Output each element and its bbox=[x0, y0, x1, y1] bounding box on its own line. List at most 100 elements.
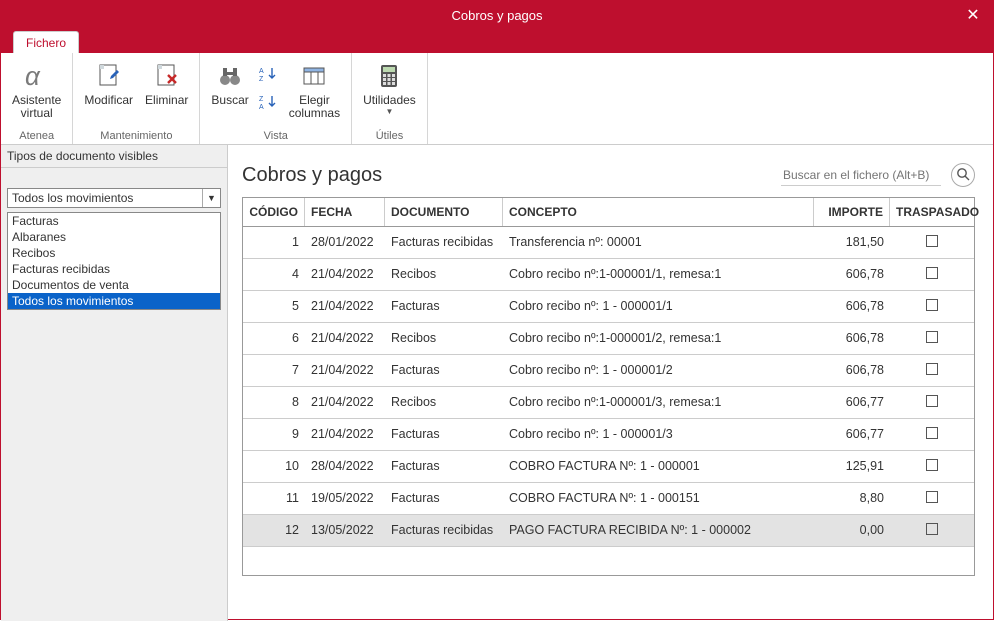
page-title: Cobros y pagos bbox=[242, 164, 382, 187]
cell-concepto: Cobro recibo nº: 1 - 000001/3 bbox=[503, 419, 814, 450]
cell-importe: 125,91 bbox=[814, 451, 890, 482]
col-importe[interactable]: IMPORTE bbox=[814, 198, 890, 226]
cell-concepto: PAGO FACTURA RECIBIDA Nº: 1 - 000002 bbox=[503, 515, 814, 546]
cell-codigo: 12 bbox=[243, 515, 305, 546]
sort-desc-icon: ZA bbox=[257, 90, 281, 114]
elegir-columnas-button[interactable]: Elegir columnas bbox=[284, 57, 345, 123]
search-button[interactable] bbox=[951, 163, 975, 187]
cell-importe: 606,77 bbox=[814, 419, 890, 450]
left-panel-header: Tipos de documento visibles bbox=[1, 145, 227, 168]
cell-traspasado bbox=[890, 259, 974, 290]
filter-item[interactable]: Documentos de venta bbox=[8, 277, 220, 293]
cell-traspasado bbox=[890, 227, 974, 258]
cell-codigo: 11 bbox=[243, 483, 305, 514]
buscar-button[interactable]: Buscar bbox=[206, 57, 253, 110]
ribbon-label: Modificar bbox=[84, 94, 133, 107]
cell-codigo: 1 bbox=[243, 227, 305, 258]
cell-traspasado bbox=[890, 323, 974, 354]
cell-documento: Facturas recibidas bbox=[385, 227, 503, 258]
col-fecha[interactable]: FECHA bbox=[305, 198, 385, 226]
cell-traspasado bbox=[890, 355, 974, 386]
checkbox-icon[interactable] bbox=[926, 427, 938, 439]
cell-documento: Facturas bbox=[385, 355, 503, 386]
filter-item[interactable]: Facturas bbox=[8, 213, 220, 229]
eliminar-button[interactable]: Eliminar bbox=[140, 57, 193, 110]
cell-fecha: 28/04/2022 bbox=[305, 451, 385, 482]
svg-text:Z: Z bbox=[259, 96, 264, 103]
filter-combo-value: Todos los movimientos bbox=[12, 191, 133, 205]
cell-fecha: 21/04/2022 bbox=[305, 419, 385, 450]
filter-combo[interactable]: Todos los movimientos ▼ bbox=[7, 188, 221, 208]
table-row[interactable]: 1028/04/2022FacturasCOBRO FACTURA Nº: 1 … bbox=[243, 451, 974, 483]
checkbox-icon[interactable] bbox=[926, 267, 938, 279]
col-traspasado[interactable]: TRASPASADO bbox=[890, 198, 974, 226]
cell-concepto: COBRO FACTURA Nº: 1 - 000151 bbox=[503, 483, 814, 514]
cell-documento: Recibos bbox=[385, 323, 503, 354]
chevron-down-icon: ▼ bbox=[386, 108, 394, 117]
cell-importe: 606,78 bbox=[814, 291, 890, 322]
cell-codigo: 5 bbox=[243, 291, 305, 322]
modificar-button[interactable]: Modificar bbox=[79, 57, 138, 110]
table-row[interactable]: 1119/05/2022FacturasCOBRO FACTURA Nº: 1 … bbox=[243, 483, 974, 515]
checkbox-icon[interactable] bbox=[926, 363, 938, 375]
cell-traspasado bbox=[890, 483, 974, 514]
svg-text:A: A bbox=[259, 104, 264, 110]
filter-item[interactable]: Recibos bbox=[8, 245, 220, 261]
ribbon-label: Eliminar bbox=[145, 94, 188, 107]
sort-desc-button[interactable]: ZA bbox=[256, 89, 282, 115]
sort-asc-button[interactable]: AZ bbox=[256, 61, 282, 87]
cell-codigo: 9 bbox=[243, 419, 305, 450]
utilidades-button[interactable]: Utilidades ▼ bbox=[358, 57, 421, 120]
asistente-virtual-button[interactable]: α Asistente virtual bbox=[7, 57, 66, 123]
col-codigo[interactable]: CÓDIGO bbox=[243, 198, 305, 226]
filter-item[interactable]: Albaranes bbox=[8, 229, 220, 245]
cell-importe: 606,78 bbox=[814, 259, 890, 290]
checkbox-icon[interactable] bbox=[926, 299, 938, 311]
col-documento[interactable]: DOCUMENTO bbox=[385, 198, 503, 226]
grid-header: CÓDIGO FECHA DOCUMENTO CONCEPTO IMPORTE … bbox=[243, 198, 974, 227]
ribbon-group-label: Mantenimiento bbox=[100, 128, 172, 142]
edit-document-icon bbox=[93, 60, 125, 92]
cell-importe: 8,80 bbox=[814, 483, 890, 514]
table-row[interactable]: 521/04/2022FacturasCobro recibo nº: 1 - … bbox=[243, 291, 974, 323]
checkbox-icon[interactable] bbox=[926, 491, 938, 503]
tab-fichero[interactable]: Fichero bbox=[13, 31, 79, 53]
table-row[interactable]: 1213/05/2022Facturas recibidasPAGO FACTU… bbox=[243, 515, 974, 547]
filter-item[interactable]: Facturas recibidas bbox=[8, 261, 220, 277]
grid-footer bbox=[243, 547, 974, 575]
filter-item[interactable]: Todos los movimientos bbox=[8, 293, 220, 309]
cell-traspasado bbox=[890, 451, 974, 482]
checkbox-icon[interactable] bbox=[926, 331, 938, 343]
col-concepto[interactable]: CONCEPTO bbox=[503, 198, 814, 226]
ribbon: α Asistente virtual Atenea Modificar Eli… bbox=[1, 53, 993, 145]
cell-documento: Facturas bbox=[385, 419, 503, 450]
cell-codigo: 6 bbox=[243, 323, 305, 354]
cell-documento: Recibos bbox=[385, 387, 503, 418]
table-row[interactable]: 128/01/2022Facturas recibidasTransferenc… bbox=[243, 227, 974, 259]
ribbon-label: virtual bbox=[21, 107, 53, 120]
table-row[interactable]: 721/04/2022FacturasCobro recibo nº: 1 - … bbox=[243, 355, 974, 387]
ribbon-group-vista: Buscar AZ ZA Elegir col bbox=[200, 53, 352, 144]
close-button[interactable]: ✕ bbox=[953, 1, 993, 29]
table-row[interactable]: 421/04/2022RecibosCobro recibo nº:1-0000… bbox=[243, 259, 974, 291]
checkbox-icon[interactable] bbox=[926, 523, 938, 535]
checkbox-icon[interactable] bbox=[926, 395, 938, 407]
ribbon-label: columnas bbox=[289, 107, 340, 120]
table-row[interactable]: 921/04/2022FacturasCobro recibo nº: 1 - … bbox=[243, 419, 974, 451]
cell-traspasado bbox=[890, 291, 974, 322]
search-input[interactable] bbox=[781, 165, 941, 186]
chevron-down-icon: ▼ bbox=[202, 189, 220, 207]
ribbon-label: Utilidades bbox=[363, 94, 416, 107]
delete-document-icon bbox=[151, 60, 183, 92]
table-row[interactable]: 821/04/2022RecibosCobro recibo nº:1-0000… bbox=[243, 387, 974, 419]
title-bar: Cobros y pagos ✕ bbox=[1, 1, 993, 29]
table-row[interactable]: 621/04/2022RecibosCobro recibo nº:1-0000… bbox=[243, 323, 974, 355]
cell-importe: 181,50 bbox=[814, 227, 890, 258]
checkbox-icon[interactable] bbox=[926, 235, 938, 247]
checkbox-icon[interactable] bbox=[926, 459, 938, 471]
data-grid: CÓDIGO FECHA DOCUMENTO CONCEPTO IMPORTE … bbox=[242, 197, 975, 576]
cell-importe: 606,77 bbox=[814, 387, 890, 418]
cell-concepto: Transferencia nº: 00001 bbox=[503, 227, 814, 258]
cell-fecha: 13/05/2022 bbox=[305, 515, 385, 546]
cell-importe: 606,78 bbox=[814, 323, 890, 354]
